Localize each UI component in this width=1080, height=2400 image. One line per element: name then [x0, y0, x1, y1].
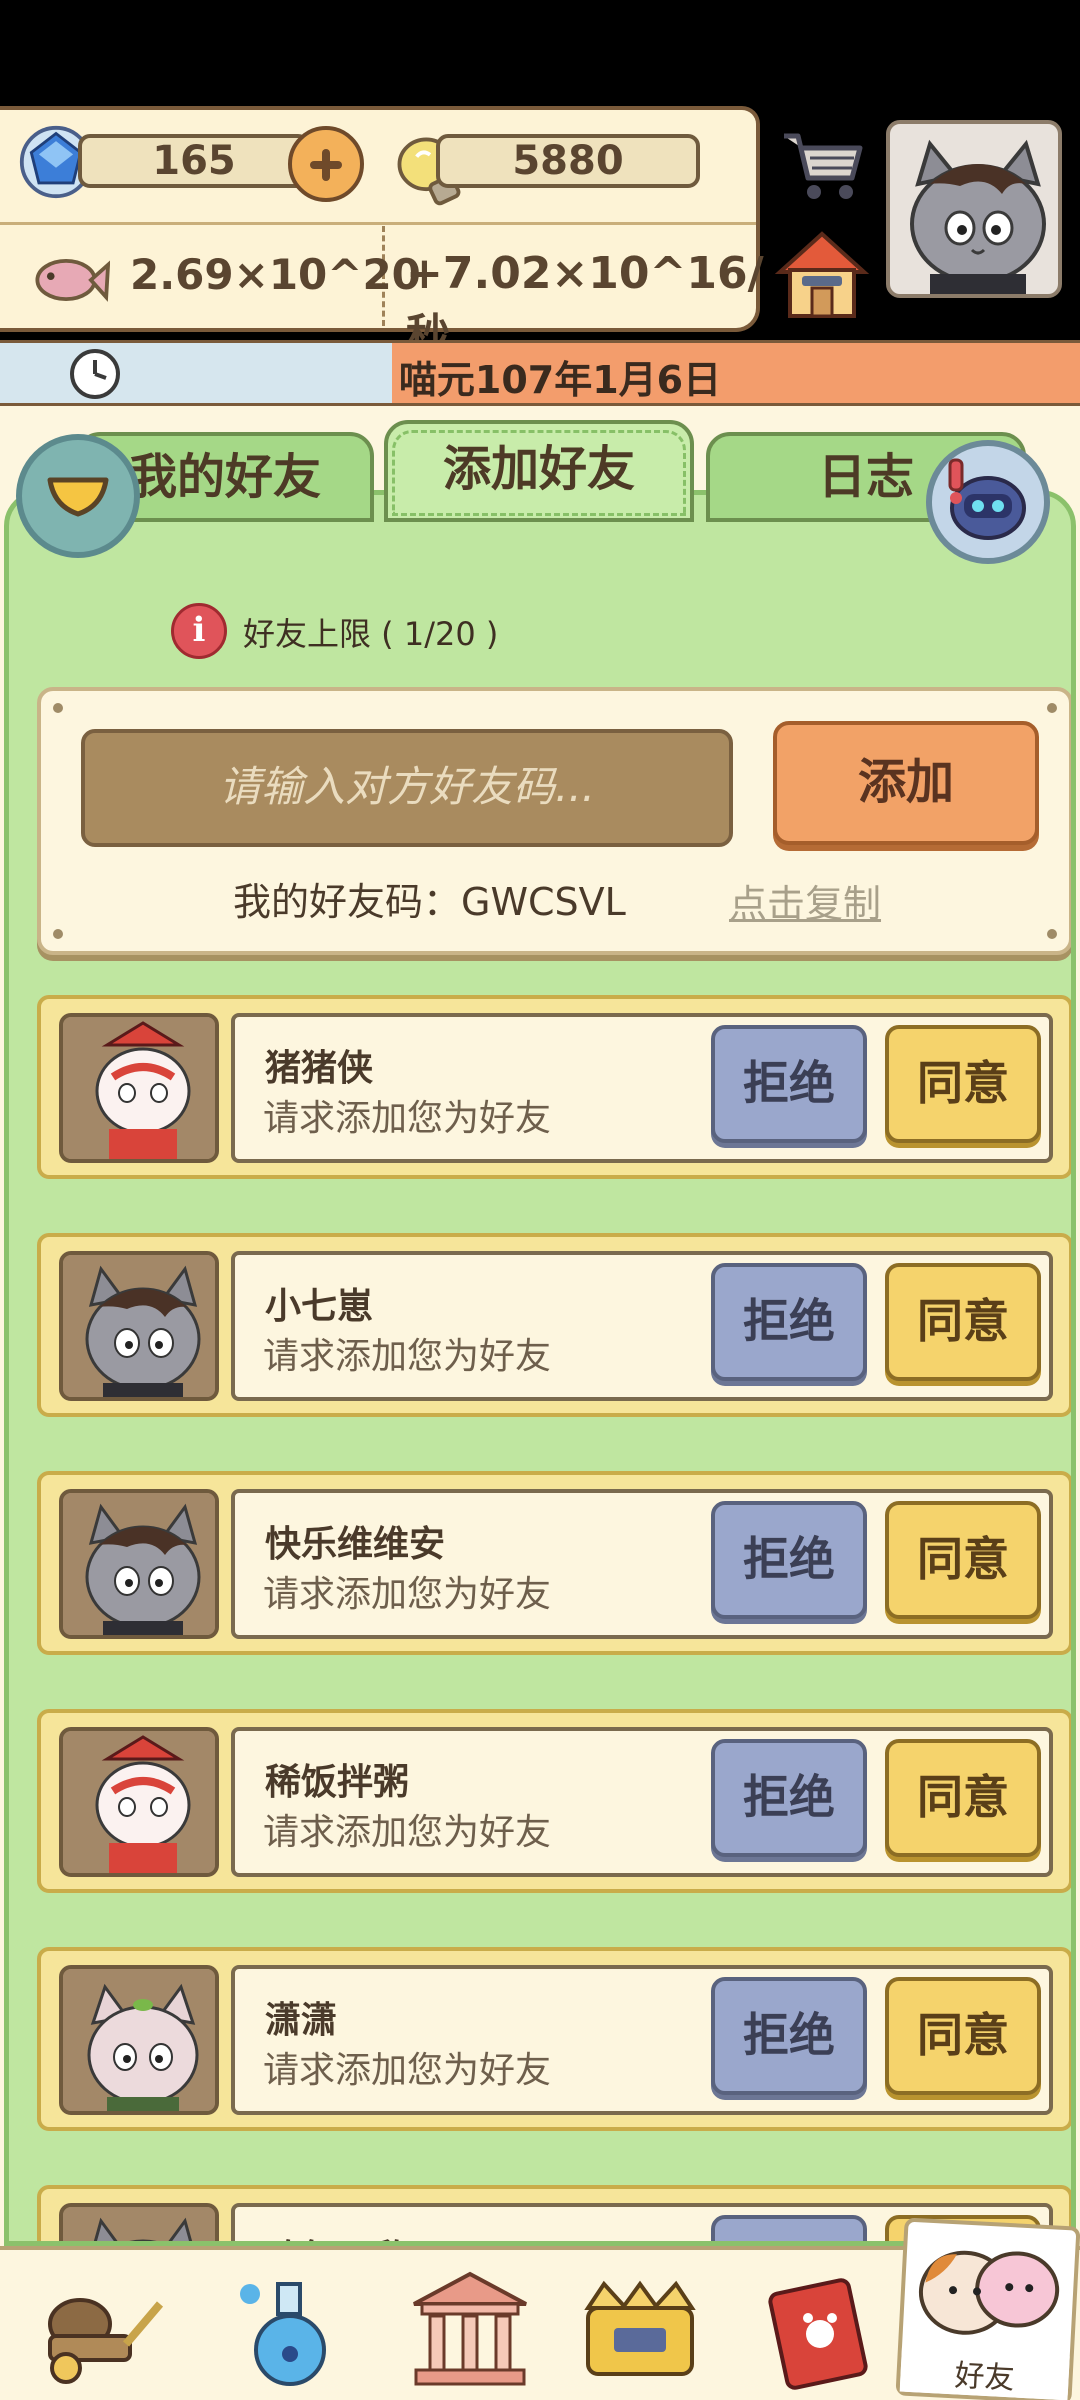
friend-limit-text: 好友上限 ( 1/20 ): [243, 615, 499, 653]
nav-friends[interactable]: 好友: [895, 2217, 1080, 2400]
museum-icon[interactable]: [400, 2264, 540, 2394]
reject-button[interactable]: 拒绝: [711, 1263, 867, 1381]
add-button[interactable]: 添加: [773, 721, 1039, 845]
treasure-icon[interactable]: [570, 2264, 710, 2394]
friends-cats-icon: [918, 2250, 1060, 2335]
reject-button[interactable]: 拒绝: [711, 2215, 867, 2241]
requester-name: 猪猪侠: [265, 1048, 374, 1089]
requester-name: 潇潇: [265, 2000, 338, 2041]
requester-name: 欧气无敌: [265, 2229, 409, 2241]
robot-assistant-button[interactable]: [926, 440, 1050, 564]
opera-cat-avatar: [59, 1727, 219, 1877]
player-avatar[interactable]: [886, 120, 1062, 298]
bottom-nav: 好友: [0, 2217, 1080, 2400]
game-date: 喵元107年1月6日: [398, 358, 722, 402]
chevron-down-icon: [47, 477, 109, 517]
gem-count: 165: [78, 134, 310, 188]
requester-name: 稀饭拌粥: [265, 1762, 410, 1803]
accept-button[interactable]: 同意: [885, 1739, 1041, 1857]
divider: [0, 222, 756, 225]
side-buttons: [766, 116, 876, 326]
info-icon[interactable]: i: [171, 603, 227, 659]
accept-button[interactable]: 同意: [885, 1501, 1041, 1619]
accept-button[interactable]: 同意: [885, 1025, 1041, 1143]
house-icon[interactable]: [772, 226, 872, 326]
reject-button[interactable]: 拒绝: [711, 1025, 867, 1143]
grey-cat-avatar: [59, 1489, 219, 1639]
request-info: 猪猪侠请求添加您为好友 拒绝 同意: [231, 1013, 1053, 1163]
requester-name: 小七崽: [265, 1286, 374, 1327]
add-gems-button[interactable]: [288, 126, 364, 202]
friends-main: i 好友上限 ( 1/20 ) 请输入对方好友码... 添加 我的好友码：GWC…: [0, 406, 1080, 2246]
resource-board: 165 5880 2.69×10^20 +7.02×10^16/秒: [0, 106, 764, 361]
add-friend-card: 请输入对方好友码... 添加 我的好友码：GWCSVL 点击复制: [37, 687, 1071, 955]
request-message: 请求添加您为好友: [263, 2050, 552, 2091]
reject-button[interactable]: 拒绝: [711, 1501, 867, 1619]
grey-cat-avatar: [59, 2203, 219, 2241]
friend-request-row: 小七崽请求添加您为好友 拒绝 同意: [37, 1233, 1071, 1417]
nav-friends-label: 好友: [899, 2347, 1070, 2400]
fish-total: 2.69×10^20: [130, 250, 421, 299]
opera-cat-avatar: [59, 1013, 219, 1163]
copy-code-link[interactable]: 点击复制: [729, 873, 881, 928]
reject-button[interactable]: 拒绝: [711, 1739, 867, 1857]
book-icon[interactable]: [750, 2264, 890, 2394]
friends-panel: i 好友上限 ( 1/20 ) 请输入对方好友码... 添加 我的好友码：GWC…: [4, 490, 1076, 2246]
tab-add-friend[interactable]: 添加好友: [384, 420, 694, 522]
friend-request-row: 猪猪侠请求添加您为好友 拒绝 同意: [37, 995, 1071, 1179]
request-info: 小七崽请求添加您为好友 拒绝 同意: [231, 1251, 1053, 1401]
request-info: 快乐维维安请求添加您为好友 拒绝 同意: [231, 1489, 1053, 1639]
cart-icon[interactable]: [30, 2264, 170, 2394]
clock-icon: [70, 349, 120, 399]
grey-cat-avatar: [59, 1251, 219, 1401]
robot-icon: [948, 458, 1026, 540]
request-message: 请求添加您为好友: [263, 1098, 552, 1139]
collapse-button[interactable]: [16, 434, 140, 558]
friend-request-row: 潇潇请求添加您为好友 拒绝 同意: [37, 1947, 1071, 2131]
status-bar: [0, 0, 1080, 106]
friend-request-row: 稀饭拌粥请求添加您为好友 拒绝 同意: [37, 1709, 1071, 1893]
my-friend-code: 我的好友码：GWCSVL: [233, 880, 626, 924]
request-message: 请求添加您为好友: [263, 1812, 552, 1853]
fish-icon: [35, 258, 110, 302]
potion-icon[interactable]: [220, 2264, 360, 2394]
cart-icon[interactable]: [776, 116, 872, 212]
grey-cat-avatar: [910, 139, 1046, 294]
request-message: 请求添加您为好友: [263, 1336, 552, 1377]
accept-button[interactable]: 同意: [885, 1977, 1041, 2095]
reject-button[interactable]: 拒绝: [711, 1977, 867, 2095]
requester-name: 快乐维维安: [265, 1524, 446, 1565]
date-bar: 喵元107年1月6日: [0, 340, 1080, 406]
request-info: 潇潇请求添加您为好友 拒绝 同意: [231, 1965, 1053, 2115]
request-message: 请求添加您为好友: [263, 1574, 552, 1615]
pink-cat-avatar: [59, 1965, 219, 2115]
friend-request-row: 快乐维维安请求添加您为好友 拒绝 同意: [37, 1471, 1071, 1655]
bulb-count: 5880: [436, 134, 700, 188]
friend-code-input[interactable]: 请输入对方好友码...: [81, 729, 733, 847]
request-info: 稀饭拌粥请求添加您为好友 拒绝 同意: [231, 1727, 1053, 1877]
resource-panel: 165 5880 2.69×10^20 +7.02×10^16/秒: [0, 106, 1080, 361]
accept-button[interactable]: 同意: [885, 1263, 1041, 1381]
